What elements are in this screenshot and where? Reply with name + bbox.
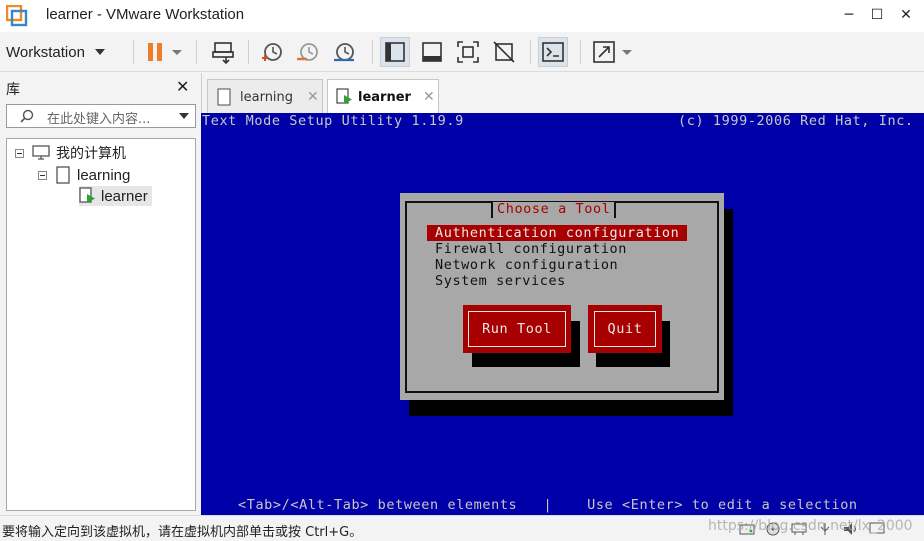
tab-close-icon[interactable]: ✕ <box>423 89 435 105</box>
vm-console[interactable]: Text Mode Setup Utility 1.19.9 (c) 1999-… <box>201 113 924 515</box>
library-view-icon <box>385 42 405 62</box>
console-header-left: Text Mode Setup Utility 1.19.9 <box>202 113 464 129</box>
title-bar: learner - VMware Workstation ─ ☐ ✕ <box>0 0 924 32</box>
tab-learner[interactable]: learner ✕ <box>327 79 439 114</box>
toolbar-divider <box>580 40 581 64</box>
workstation-menu-label: Workstation <box>6 43 85 61</box>
console-view-button[interactable] <box>538 37 568 67</box>
snapshot-manager-icon[interactable] <box>330 38 358 66</box>
vm-icon <box>217 88 231 106</box>
console-header-right: (c) 1999-2006 Red Hat, Inc. <box>678 113 914 129</box>
snapshot-icon[interactable] <box>258 38 286 66</box>
library-search-input[interactable]: 在此处键入内容... <box>6 104 196 128</box>
collapse-icon[interactable] <box>15 148 24 158</box>
close-button[interactable]: ✕ <box>893 4 919 26</box>
tree-item-label: learning <box>77 166 131 184</box>
dialog-title: Choose a Tool <box>491 202 617 218</box>
thumbnail-bar-icon[interactable] <box>418 38 446 66</box>
tree-item-learning[interactable]: learning <box>38 165 130 185</box>
library-tree: 我的计算机 learning learner <box>6 138 196 511</box>
option-network[interactable]: Network configuration <box>435 257 618 273</box>
option-authentication[interactable]: Authentication configuration <box>427 225 688 241</box>
power-dropdown-chevron-icon[interactable] <box>168 38 186 66</box>
minimize-button[interactable]: ─ <box>836 4 862 26</box>
library-close-button[interactable]: ✕ <box>176 77 189 96</box>
vm-icon <box>56 166 70 184</box>
full-screen-icon[interactable] <box>454 38 482 66</box>
collapse-icon[interactable] <box>38 170 47 180</box>
tab-label: learner <box>358 89 411 105</box>
computer-icon <box>32 145 50 160</box>
library-title: 库 <box>6 82 20 98</box>
vm-running-icon <box>336 88 352 104</box>
quit-label: Quit <box>607 321 643 337</box>
toolbar-divider <box>196 40 197 64</box>
search-placeholder: 在此处键入内容... <box>47 112 151 127</box>
console-footer: <Tab>/<Alt-Tab> between elements | Use <… <box>238 497 858 513</box>
toolbar-divider <box>530 40 531 64</box>
toolbar-divider <box>372 40 373 64</box>
revert-snapshot-icon[interactable] <box>294 38 322 66</box>
option-system-services[interactable]: System services <box>435 273 566 289</box>
run-tool-button[interactable]: Run Tool <box>463 305 571 353</box>
tree-item-label: learner <box>101 187 148 205</box>
tab-label: learning <box>240 89 294 105</box>
send-ctrl-alt-del-icon[interactable] <box>210 38 238 66</box>
terminal-icon <box>542 42 564 62</box>
status-bar: 要将输入定向到该虚拟机，请在虚拟机内部单击或按 Ctrl+G。 https://… <box>0 515 924 541</box>
toolbar: Workstation <box>0 32 924 72</box>
search-dropdown-chevron-icon[interactable] <box>179 113 189 119</box>
option-firewall[interactable]: Firewall configuration <box>435 241 627 257</box>
window-title: learner - VMware Workstation <box>46 6 245 23</box>
pause-icon[interactable] <box>142 38 170 66</box>
quit-button[interactable]: Quit <box>588 305 662 353</box>
tab-close-icon[interactable]: ✕ <box>307 89 319 105</box>
toolbar-divider <box>248 40 249 64</box>
library-panel: 库 ✕ 在此处键入内容... 我的计算机 learning learner <box>0 73 200 515</box>
vm-running-icon <box>79 187 95 203</box>
show-library-button[interactable] <box>380 37 410 67</box>
toolbar-divider <box>133 40 134 64</box>
status-message: 要将输入定向到该虚拟机，请在虚拟机内部单击或按 Ctrl+G。 <box>2 525 363 540</box>
tree-item-label: 我的计算机 <box>56 145 126 161</box>
vmware-app-icon[interactable] <box>6 5 28 27</box>
tool-dialog: Choose a Tool Authentication configurati… <box>400 193 724 400</box>
tree-item-my-computer[interactable]: 我的计算机 <box>15 143 126 163</box>
search-icon <box>20 109 34 123</box>
tree-item-learner[interactable]: learner <box>79 186 152 206</box>
maximize-button[interactable]: ☐ <box>864 4 890 26</box>
workstation-menu[interactable]: Workstation <box>6 40 105 64</box>
watermark: https://blog.csdn.net/lx_2000 <box>708 518 913 534</box>
chevron-down-icon <box>94 49 105 55</box>
tab-learning[interactable]: learning ✕ <box>207 79 323 114</box>
stretch-guest-icon[interactable] <box>590 38 618 66</box>
run-tool-label: Run Tool <box>482 321 552 337</box>
stretch-dropdown-chevron-icon[interactable] <box>618 38 636 66</box>
unity-mode-icon[interactable] <box>490 38 518 66</box>
